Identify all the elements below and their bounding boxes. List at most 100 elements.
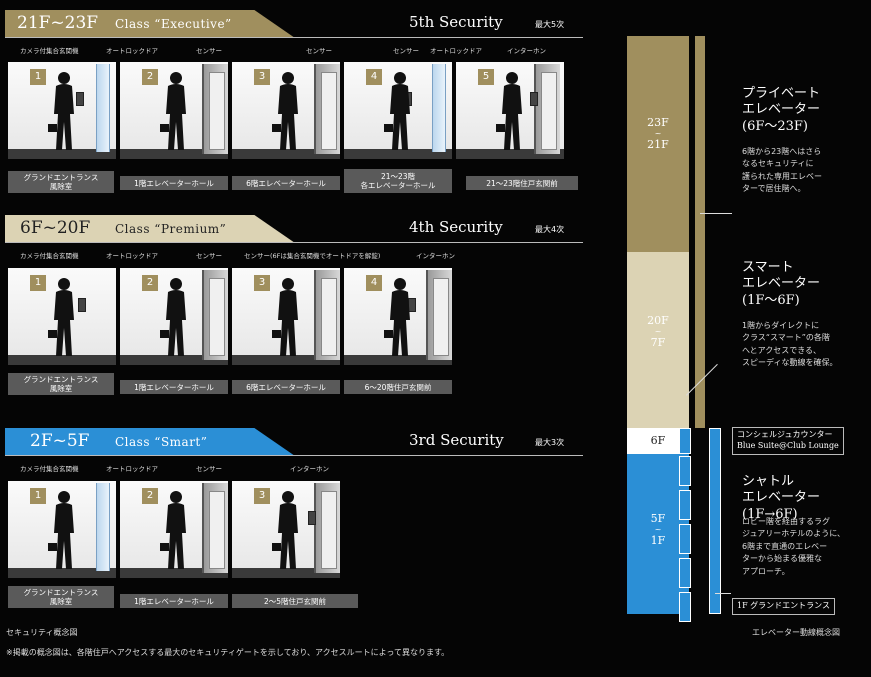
security-panel: 5 <box>456 62 564 159</box>
person-silhouette <box>48 491 74 569</box>
security-panel: 2 <box>120 268 228 365</box>
title-line: シャトル <box>742 474 795 489</box>
tier-floors-executive: 21F~23F <box>17 13 99 33</box>
security-panel: 1 <box>8 481 116 578</box>
door-panel <box>321 72 337 150</box>
footnote: ※掲載の概念図は、各階住戸へアクセスする最大のセキュリティゲートを示しており、ア… <box>6 648 450 657</box>
glass-door <box>96 483 110 571</box>
caption-grand-entrance-text: グランドエントランス 風除室 <box>23 588 99 606</box>
desc-line: 6階から23階へはさら <box>742 147 822 156</box>
label-sensor: センサー <box>306 47 332 55</box>
label-camera-entry: カメラ付集合玄関機 <box>20 47 79 55</box>
intercom-pad-icon <box>308 511 316 525</box>
label-camera-entry: カメラ付集合玄関機 <box>20 252 79 260</box>
caption-1f-hall-text: 1階エレベーターホール <box>134 596 214 606</box>
security-panel: 3 <box>232 481 340 578</box>
concierge-line: Blue Suite@Club Lounge <box>737 440 839 450</box>
tier-max-smart: 最大3次 <box>535 438 565 447</box>
apartment-door <box>202 270 228 360</box>
smart-elevator-segment <box>679 456 691 486</box>
apartment-door <box>202 483 228 573</box>
concierge-label: コンシェルジュカウンター Blue Suite@Club Lounge <box>732 427 844 455</box>
left-caption: セキュリティ概念図 <box>6 628 78 637</box>
label-sensor: センサー <box>196 465 222 473</box>
tier-class-smart: Class “Smart” <box>115 435 208 449</box>
tier-class-executive: Class “Executive” <box>115 17 232 31</box>
label-intercom: インターホン <box>290 465 329 473</box>
person-silhouette <box>160 278 186 356</box>
label-intercom: インターホン <box>416 252 455 260</box>
private-elevator-desc: 6階から23階へはさら なるセキュリティに 護られた専用エレベー ターで居住階へ… <box>742 146 822 196</box>
security-panel: 4 <box>344 268 452 365</box>
person-silhouette <box>384 278 410 356</box>
right-caption: エレベーター動線概念図 <box>752 628 840 637</box>
tier-line <box>5 242 583 243</box>
desc-line: ターから始まる優雅な <box>742 554 822 564</box>
smart-elevator-desc: 1階からダイレクトに クラス“スマート”の各階 へとアクセスできる、 スピーディ… <box>742 320 837 370</box>
door-panel <box>541 72 557 150</box>
smart-elevator-title: スマート エレベーター (1F～6F) <box>742 260 820 309</box>
security-panel: 2 <box>120 62 228 159</box>
caption-1f-hall: 1階エレベーターホール <box>120 594 228 608</box>
apartment-door <box>426 270 452 360</box>
security-panel: 3 <box>232 62 340 159</box>
title-line: エレベーター <box>742 490 821 506</box>
door-panel <box>321 278 337 356</box>
apartment-door <box>202 64 228 154</box>
caption-6f-hall-text: 6階エレベーターホール <box>246 382 326 392</box>
tier-security-executive: 5th Security <box>409 13 503 31</box>
person-silhouette <box>160 491 186 569</box>
tier-line <box>5 37 583 38</box>
door-panel <box>433 278 449 356</box>
title-line: (1F～6F) <box>742 292 800 308</box>
caption-1f-hall-text: 1階エレベーターホール <box>134 178 214 188</box>
security-panel: 3 <box>232 268 340 365</box>
title-line: (6F～23F) <box>742 118 808 134</box>
person-silhouette <box>272 278 298 356</box>
caption-grand-entrance: グランドエントランス 風除室 <box>8 586 114 608</box>
caption-6f-hall: 6階エレベーターホール <box>232 176 340 190</box>
caption-1f-hall-text: 1階エレベーターホール <box>134 382 214 392</box>
title-line: プライベート <box>742 86 821 101</box>
label-autolock: オートロックドア <box>430 47 482 55</box>
person-silhouette <box>384 72 410 150</box>
shuttle-elevator-desc: ロビー階を経由するラグ ジュアリーホテルのように、 6階まで直通のエレベー ター… <box>742 516 845 578</box>
desc-line: クラス“スマート”の各階 <box>742 333 830 343</box>
label-sensor-6f: センサー(6Fは集合玄関機でオートドアを解錠) <box>244 252 381 260</box>
shuttle-elevator-connector <box>715 593 731 594</box>
smart-elevator-segment <box>679 524 691 554</box>
caption-6f-hall-text: 6階エレベーターホール <box>246 178 326 188</box>
security-panel: 1 <box>8 62 116 159</box>
gate-number-badge: 2 <box>142 488 158 504</box>
security-panel: 2 <box>120 481 228 578</box>
person-silhouette <box>272 72 298 150</box>
tier-line <box>5 455 583 456</box>
gate-number-badge: 1 <box>30 275 46 291</box>
door-panel <box>209 491 225 569</box>
label-sensor: センサー <box>196 47 222 55</box>
private-elevator-shaft <box>695 36 705 428</box>
tier-class-premium: Class “Premium” <box>115 222 227 236</box>
concierge-line: コンシェルジュカウンター <box>737 430 833 439</box>
person-silhouette <box>272 491 298 569</box>
desc-line: ロビー階を経由するラグ <box>742 517 830 526</box>
label-intercom: インターホン <box>507 47 546 55</box>
floor-label-line: ~ <box>654 327 662 337</box>
label-camera-entry: カメラ付集合玄関機 <box>20 465 79 473</box>
apartment-door <box>314 64 340 154</box>
gate-number-badge: 3 <box>254 69 270 85</box>
security-panel: 4 <box>344 62 452 159</box>
caption-21-23-hall: 21～23階 各エレベーターホール <box>344 169 452 193</box>
apartment-door <box>314 270 340 360</box>
tier-security-smart: 3rd Security <box>409 431 504 449</box>
title-line: エレベーター <box>742 276 821 292</box>
title-line: エレベーター <box>742 102 821 118</box>
gate-number-badge: 2 <box>142 69 158 85</box>
tier-security-premium: 4th Security <box>409 218 503 236</box>
door-panel <box>209 72 225 150</box>
desc-line: なるセキュリティに <box>742 159 814 169</box>
caption-grand-entrance: グランドエントランス 風除室 <box>8 373 114 395</box>
gate-number-badge: 2 <box>142 275 158 291</box>
grand-entrance-label: 1F グランドエントランス <box>732 598 836 615</box>
intercom-pad-icon <box>530 92 538 106</box>
